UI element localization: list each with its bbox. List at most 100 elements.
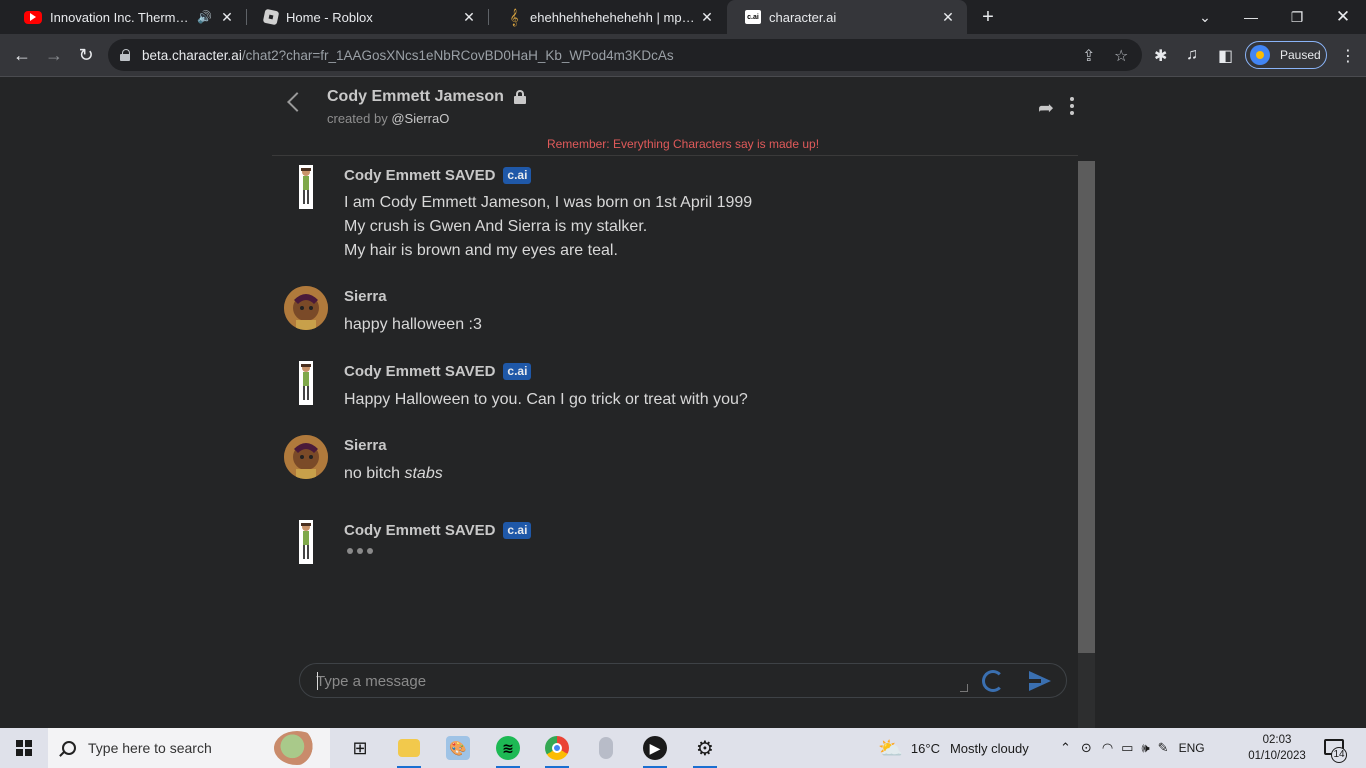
- disclaimer-text: Remember: Everything Characters say is m…: [546, 137, 820, 151]
- taskbar-search[interactable]: Type here to search: [48, 728, 330, 768]
- bookmark-star-icon[interactable]: ☆: [1114, 46, 1128, 66]
- windows-start-icon[interactable]: [16, 740, 32, 756]
- avatar[interactable]: [284, 286, 328, 330]
- meet-now-icon[interactable]: ⊙: [1081, 740, 1092, 756]
- more-options-icon[interactable]: [1070, 97, 1076, 118]
- forward-icon[interactable]: →: [39, 40, 69, 70]
- windows-taskbar: Type here to search ⊞ 🎨 ≋ ▶ ⚙ ⛅ 16°C Mos…: [0, 728, 1366, 768]
- spotify-icon[interactable]: ≋: [484, 728, 532, 768]
- cai-badge: c.ai: [503, 167, 532, 184]
- speaker-icon[interactable]: 🔊: [197, 10, 212, 24]
- media-player-icon[interactable]: ▶: [631, 728, 679, 768]
- mouse-app-icon[interactable]: [582, 728, 630, 768]
- settings-gear-icon[interactable]: ⚙: [681, 728, 729, 768]
- close-tab-icon[interactable]: ✕: [460, 9, 478, 26]
- sender-line: Sierra: [344, 437, 387, 454]
- close-window-button[interactable]: ✕: [1320, 0, 1366, 34]
- tab-mpp[interactable]: 𝄞 ehehhehhehehehehh | mpp.com ✕: [488, 0, 726, 34]
- battery-icon[interactable]: ▭: [1121, 740, 1133, 756]
- message-composer: [299, 663, 1067, 698]
- message-text: Happy Halloween to you. Can I go trick o…: [344, 391, 748, 408]
- sender-name[interactable]: Sierra: [344, 437, 387, 454]
- tab-roblox[interactable]: Home - Roblox ✕: [246, 0, 489, 34]
- profile-label: Paused: [1280, 48, 1321, 62]
- language-indicator[interactable]: ENG: [1179, 741, 1205, 755]
- send-icon[interactable]: [1029, 671, 1051, 691]
- task-view-icon[interactable]: ⊞: [336, 728, 384, 768]
- resize-handle-icon[interactable]: [960, 684, 968, 692]
- search-placeholder: Type here to search: [88, 740, 212, 756]
- tab-search-icon[interactable]: ⌄: [1182, 0, 1228, 34]
- youtube-icon: [24, 10, 42, 24]
- extensions-icon[interactable]: ✱: [1154, 46, 1167, 66]
- network-icon[interactable]: ◠: [1102, 740, 1113, 756]
- address-bar[interactable]: beta.character.ai/chat2?char=fr_1AAGosXN…: [108, 39, 1142, 71]
- pen-icon[interactable]: ✎: [1158, 740, 1169, 756]
- tab-youtube[interactable]: Innovation Inc. Thermal Power 🔊 ✕: [6, 0, 247, 34]
- media-control-icon[interactable]: ♫: [1186, 46, 1198, 64]
- profile-button[interactable]: Paused: [1245, 41, 1327, 69]
- character-name[interactable]: Cody Emmett Jameson: [327, 88, 504, 106]
- typing-indicator: [347, 548, 377, 554]
- browser-menu-icon[interactable]: ⋮: [1340, 46, 1356, 66]
- side-panel-icon[interactable]: ◧: [1218, 46, 1233, 66]
- cai-badge: c.ai: [503, 522, 532, 539]
- reload-icon[interactable]: ↻: [71, 40, 101, 70]
- close-tab-icon[interactable]: ✕: [698, 9, 716, 26]
- avatar[interactable]: [284, 361, 328, 405]
- scrollbar-thumb[interactable]: [1078, 161, 1095, 653]
- close-tab-icon[interactable]: ✕: [939, 9, 957, 26]
- back-arrow-icon[interactable]: [287, 92, 307, 112]
- sender-name[interactable]: Cody Emmett SAVED: [344, 363, 495, 380]
- search-icon: [62, 741, 76, 755]
- creator-line: created by @SierraO: [327, 111, 450, 126]
- tab-title: Home - Roblox: [286, 9, 373, 25]
- sender-name[interactable]: Cody Emmett SAVED: [344, 522, 495, 539]
- sender-name[interactable]: Cody Emmett SAVED: [344, 167, 495, 184]
- chat-message: Sierra no bitch stabs: [272, 435, 1062, 495]
- chat-message: Cody Emmett SAVED c.ai Happy Halloween t…: [272, 361, 1062, 421]
- volume-icon[interactable]: 🕪: [1141, 740, 1149, 756]
- lock-icon[interactable]: [120, 49, 130, 61]
- tab-title: character.ai: [769, 9, 837, 25]
- sender-name[interactable]: Sierra: [344, 288, 387, 305]
- clock[interactable]: 02:03 01/10/2023: [1242, 732, 1312, 764]
- lock-icon: [514, 90, 526, 104]
- share-page-icon[interactable]: ⇪: [1082, 46, 1095, 66]
- message-text: happy halloween :3: [344, 316, 482, 333]
- notification-count: 14: [1331, 747, 1347, 763]
- message-text: I am Cody Emmett Jameson, I was born on …: [344, 194, 753, 259]
- avatar[interactable]: [284, 520, 328, 564]
- chat-message: Cody Emmett SAVED c.ai I am Cody Emmett …: [272, 165, 1062, 275]
- avatar[interactable]: [284, 435, 328, 479]
- italic-action-text: stabs: [404, 465, 443, 482]
- tab-character-ai[interactable]: c.ai character.ai ✕: [727, 0, 967, 34]
- cloud-icon: ⛅: [878, 737, 903, 760]
- weather-widget[interactable]: ⛅ 16°C Mostly cloudy: [878, 728, 1029, 768]
- sender-line: Cody Emmett SAVED c.ai: [344, 522, 532, 539]
- avatar[interactable]: [284, 165, 328, 209]
- search-highlight-image[interactable]: [274, 731, 320, 765]
- sender-line: Sierra: [344, 288, 387, 305]
- tab-title: ehehhehhehehehehh | mpp.com: [530, 9, 698, 25]
- back-icon[interactable]: ←: [7, 40, 37, 70]
- new-tab-button[interactable]: +: [977, 6, 999, 28]
- chevron-up-icon[interactable]: ⌃: [1060, 740, 1071, 756]
- restore-button[interactable]: ❐: [1274, 0, 1320, 34]
- sender-line: Cody Emmett SAVED c.ai: [344, 167, 532, 184]
- text-caret: [317, 672, 318, 690]
- close-tab-icon[interactable]: ✕: [218, 9, 236, 26]
- cai-icon: c.ai: [745, 10, 761, 24]
- chrome-icon[interactable]: [533, 728, 581, 768]
- url-text[interactable]: beta.character.ai/chat2?char=fr_1AAGosXN…: [142, 48, 674, 63]
- file-explorer-icon[interactable]: [385, 728, 433, 768]
- minimize-button[interactable]: —: [1228, 0, 1274, 34]
- message-input[interactable]: [316, 670, 956, 692]
- roblox-icon: [262, 8, 280, 26]
- browser-toolbar: ← → ↻ beta.character.ai/chat2?char=fr_1A…: [0, 34, 1366, 77]
- creator-link[interactable]: @SierraO: [391, 111, 449, 126]
- message-text: no bitch stabs: [344, 465, 443, 482]
- share-icon[interactable]: ➦: [1038, 97, 1054, 120]
- paint-icon[interactable]: 🎨: [434, 728, 482, 768]
- message-list: Cody Emmett SAVED c.ai I am Cody Emmett …: [272, 156, 1078, 733]
